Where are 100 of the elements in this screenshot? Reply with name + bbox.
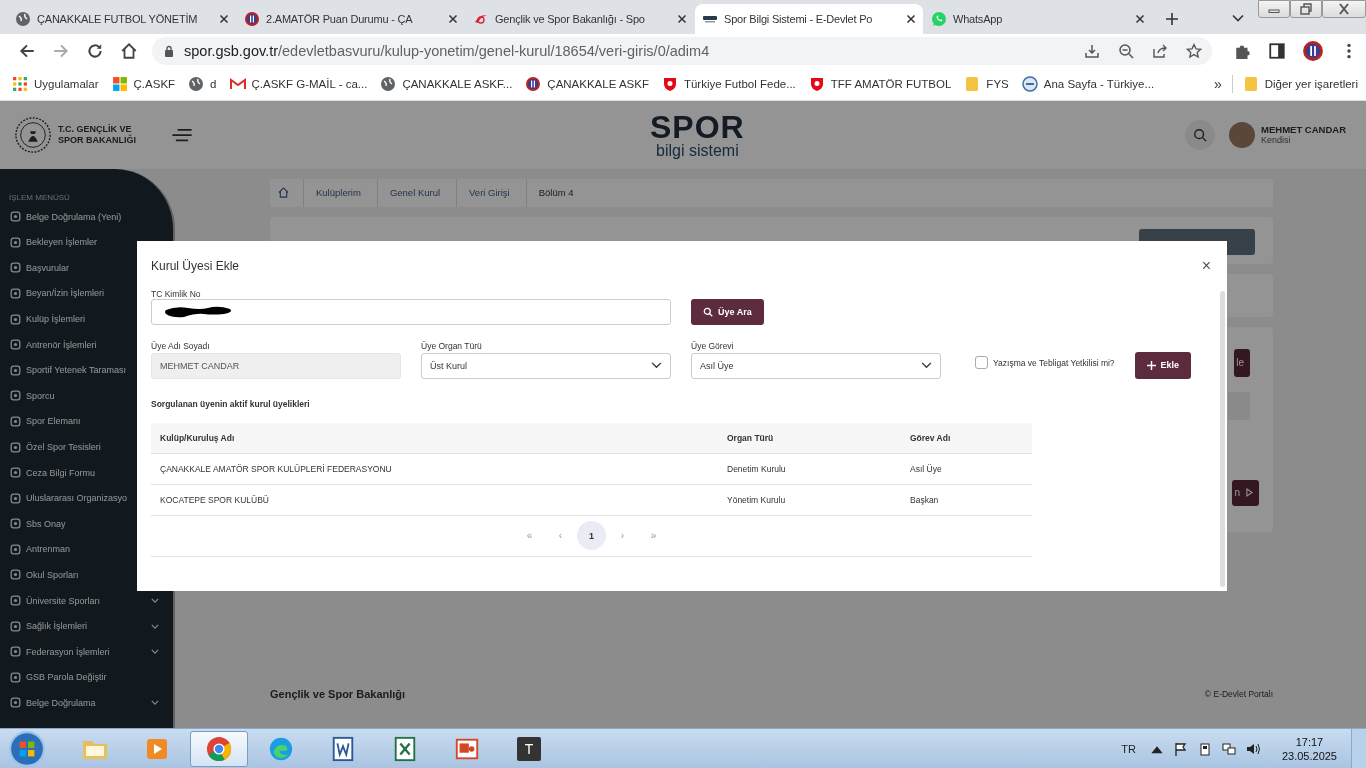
network-icon[interactable] [1221, 741, 1236, 756]
folder-icon [1242, 75, 1259, 92]
close-icon[interactable] [1135, 13, 1145, 24]
profile-icon[interactable] [1302, 39, 1324, 62]
start-button[interactable] [8, 729, 46, 768]
menu-item-label: GSB Parola Değiştir [26, 672, 107, 683]
browser-tab[interactable]: 2.AMATÖR Puan Durumu - ÇA [237, 3, 465, 34]
bookmark[interactable]: ÇANAKKALE ASKF... [380, 75, 513, 92]
close-window-button[interactable] [1322, 0, 1366, 18]
menu-item[interactable]: GSB Parola Değiştir [0, 664, 173, 691]
restore-button[interactable] [1290, 0, 1322, 18]
star-icon[interactable] [1186, 42, 1202, 59]
bookmark[interactable]: Türkiye Futbol Fede... [661, 75, 796, 92]
bookmark[interactable]: TFF AMATÖR FUTBOL [808, 75, 952, 92]
clock-date[interactable]: 23.05.2025 [1281, 748, 1337, 763]
globe-icon [15, 10, 31, 27]
bookmark[interactable]: Ç.ASKF G-MAİL - ca... [229, 75, 368, 92]
minimize-button[interactable] [1258, 0, 1290, 18]
browser-tab[interactable]: Gençlik ve Spor Bakanlığı - Spo [466, 3, 694, 34]
card-button[interactable]: le [1234, 348, 1250, 377]
menu-item[interactable]: Sağlık İşlemleri [0, 613, 173, 639]
download-icon[interactable] [1084, 42, 1100, 59]
checkbox-label: Yazışma ve Tebligat Yetkilisi mi? [993, 357, 1115, 368]
globe-icon [188, 75, 205, 92]
page-button[interactable]: 1 [577, 521, 606, 551]
menu-item[interactable]: Spor Elemanı [0, 408, 173, 435]
home-icon[interactable] [120, 41, 138, 60]
scrollbar[interactable] [1220, 290, 1225, 587]
breadcrumb-link[interactable]: Genel Kurul [376, 178, 457, 207]
close-button[interactable]: × [1201, 256, 1211, 275]
close-icon[interactable] [219, 13, 229, 24]
menu-item[interactable]: Üniversite Sporları [0, 587, 173, 614]
share-icon[interactable] [1152, 42, 1168, 59]
close-icon[interactable] [677, 13, 687, 24]
dropdown[interactable]: Üst Kurul [421, 352, 671, 379]
bookmark-folder[interactable]: Diğer yer işaretleri [1242, 75, 1358, 92]
zoom-out-icon[interactable] [1118, 42, 1134, 59]
new-tab-icon[interactable] [1165, 11, 1179, 26]
input-field[interactable] [1228, 391, 1250, 420]
address-bar[interactable]: spor.gsb.gov.tr/edevletbasvuru/kulup-yonetim/genel-kurul/18654/veri-giris/0/adim4 [152, 36, 1212, 65]
breadcrumb-link[interactable]: Bölüm 4 [525, 178, 590, 207]
breadcrumb-link[interactable]: Kulüplerim [303, 178, 377, 207]
menu-item[interactable]: Bekleyen İşlemler [0, 229, 173, 256]
input-field[interactable] [151, 298, 671, 325]
device-icon[interactable] [1197, 741, 1212, 756]
bookmark[interactable]: Ç.ASKF [111, 75, 176, 92]
bookmark-label: FYS [986, 77, 1009, 90]
plus-icon [1146, 360, 1156, 370]
menu-item[interactable]: Belge Doğrulama [0, 690, 173, 716]
bookmark[interactable]: Ana Sayfa - Türkiye... [1021, 75, 1155, 92]
menu-item[interactable]: Sbs Onay [0, 511, 173, 537]
clock-time[interactable]: 17:17 [1295, 734, 1324, 749]
language-indicator[interactable]: TR [1121, 742, 1136, 755]
menu-item-icon [10, 595, 21, 607]
folder-icon [964, 75, 981, 92]
menu-item[interactable]: Antrenman [0, 536, 173, 563]
menu-item-label: Antrenör İşlemleri [26, 339, 97, 350]
breadcrumb-link[interactable]: Veri Girişi [456, 178, 526, 207]
flag-icon[interactable] [1173, 741, 1188, 756]
reload-icon[interactable] [86, 41, 104, 60]
logo-text: SPOR [650, 110, 745, 143]
speaker-icon[interactable] [1245, 741, 1260, 756]
ministry-name: SPOR BAKANLIĞI [58, 134, 136, 146]
bookmark[interactable]: FYS [964, 75, 1009, 92]
menu-item[interactable]: Okul Sporları [0, 562, 173, 588]
bookmark[interactable]: Uygulamalar [12, 75, 99, 92]
close-icon [1337, 3, 1351, 15]
chevron-down-icon[interactable] [1232, 13, 1244, 22]
dropdown[interactable]: Asıl Üye [691, 352, 941, 379]
browser-icon [205, 735, 233, 762]
checkbox[interactable] [975, 356, 988, 370]
taskbar-app[interactable]: T [500, 730, 558, 767]
browser-tab[interactable]: ÇANAKKALE FUTBOL YÖNETİM [8, 3, 236, 34]
card-button[interactable]: n [1232, 479, 1259, 506]
more-bookmarks-button[interactable]: » [1213, 75, 1222, 92]
menu-icon[interactable] [172, 127, 192, 142]
browser-tab[interactable]: WhatsApp [924, 3, 1152, 34]
close-icon[interactable] [906, 13, 916, 24]
browser-tab[interactable]: Spor Bilgi Sistemi - E-Devlet Po [695, 3, 923, 34]
side-panel-icon[interactable] [1268, 41, 1286, 60]
menu-item-label: Başvurular [26, 262, 70, 273]
bookmark-label: Uygulamalar [34, 77, 99, 90]
logo-subtitle: bilgi sistemi [656, 142, 739, 159]
menu-item[interactable]: Federasyon İşlemleri [0, 638, 173, 665]
menu-title: İŞLEM MENÜSÜ [8, 192, 71, 202]
taskbar-app[interactable] [190, 730, 248, 767]
add-button[interactable]: Ekle [1134, 351, 1192, 379]
menu-item-label: Beyan/İzin İşlemleri [26, 288, 105, 299]
menu-item[interactable]: Kulüp İşlemleri [0, 306, 173, 332]
bookmark-label: Türkiye Futbol Fede... [683, 77, 796, 90]
browser-icon [267, 735, 295, 762]
globe-icon [380, 75, 397, 92]
search-button[interactable] [1185, 119, 1216, 150]
bookmark[interactable]: ÇANAKKALE ASKF [525, 75, 649, 92]
avatar[interactable] [1229, 121, 1256, 148]
close-icon[interactable] [448, 13, 458, 24]
search-member-button[interactable]: Üye Ara [691, 298, 764, 325]
bookmark[interactable]: d [188, 75, 217, 92]
menu-item-label: Antrenman [26, 544, 71, 555]
menu-item[interactable]: Belge Doğrulama (Yeni) [0, 203, 173, 230]
